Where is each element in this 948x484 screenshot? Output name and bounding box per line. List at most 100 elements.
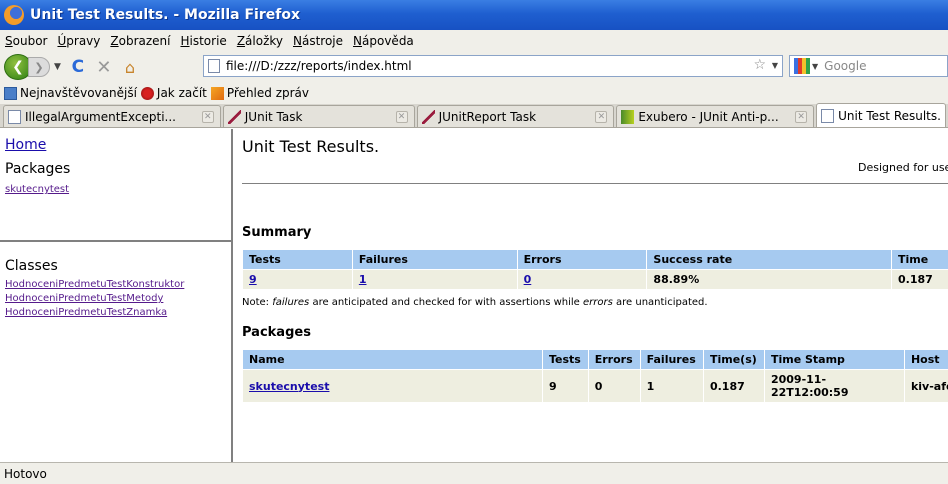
col-header: Failures [639,349,704,370]
class-link[interactable]: HodnoceniPredmetuTestKonstruktor [5,278,226,292]
close-tab-icon[interactable]: ✕ [595,110,608,123]
table-cell: 1 [639,369,704,403]
package-name-link[interactable]: skutecnytest [249,380,329,393]
reload-button[interactable]: C [67,56,89,78]
tests-link[interactable]: 9 [249,273,257,286]
menu-historie[interactable]: Historie [180,34,226,48]
table-cell: 0 [516,269,648,290]
page-content: Home Packages skutecnytest Classes Hodno… [0,129,948,462]
search-input[interactable]: G ▼ Google [789,55,948,77]
status-text: Hotovo [4,466,47,481]
title-bar: Unit Test Results. - Mozilla Firefox [0,0,948,30]
tab-label: JUnit Task [244,109,303,124]
close-tab-icon[interactable]: ✕ [795,110,808,123]
tab-bar: IllegalArgumentExcepti... ✕ JUnit Task ✕… [0,103,948,128]
navigation-toolbar: ❮ ❯ ▼ C ✕ ⌂ file:///D:/zzz/reports/index… [0,52,948,82]
tab-unit-test-results[interactable]: Unit Test Results. [816,103,946,127]
close-tab-icon[interactable]: ✕ [201,110,214,123]
package-link[interactable]: skutecnytest [5,183,226,197]
note-mid: are anticipated and checked for with ass… [309,297,583,308]
classes-heading: Classes [5,258,58,274]
table-cell: 0 [587,369,641,403]
bookmark-most-visited[interactable]: Nejnavštěvovanější [4,86,137,100]
summary-heading: Summary [242,225,312,240]
page-icon [208,59,220,73]
col-header: Tests [242,249,353,270]
failures-link[interactable]: 1 [359,273,367,286]
menu-nastroje[interactable]: Nástroje [293,34,343,48]
col-header: Tests [542,349,589,370]
table-header-row: Tests Failures Errors Success rate Time [242,249,948,270]
tab-illegal-argument[interactable]: IllegalArgumentExcepti... ✕ [3,105,221,127]
left-frame: Home Packages skutecnytest Classes Hodno… [0,129,233,462]
junit-icon [227,109,241,124]
packages-heading: Packages [242,325,311,340]
menu-bar: Soubor Úpravy Zobrazení Historie Záložky… [0,30,948,52]
bookmark-label: Přehled zpráv [226,86,309,100]
bookmark-label: Jak začít [156,86,207,100]
table-cell: 1 [351,269,518,290]
bookmark-getting-started[interactable]: Jak začít [140,86,207,100]
col-header: Host [903,349,948,370]
note-failures: failures [272,297,310,308]
menu-upravy[interactable]: Úpravy [57,34,100,48]
google-icon[interactable]: G [794,58,810,74]
main-frame: Unit Test Results. Designed for use with… [242,129,948,462]
note-errors: errors [583,297,613,308]
home-button[interactable]: ⌂ [119,56,141,78]
url-bar[interactable]: file:///D:/zzz/reports/index.html ☆ ▼ [203,55,783,77]
bookmark-label: Nejnavštěvovanější [20,86,137,100]
packages-heading: Packages [5,161,71,177]
classes-frame: Classes HodnoceniPredmetuTestKonstruktor… [0,244,231,462]
url-dropdown-icon[interactable]: ▼ [772,61,778,70]
table-cell: kiv-afd [903,369,948,403]
history-dropdown-icon[interactable]: ▼ [54,62,61,72]
close-tab-icon[interactable]: ✕ [395,110,408,123]
note-prefix: Note: [242,297,273,308]
search-engine-dropdown-icon[interactable]: ▼ [812,62,818,71]
exubero-icon [621,109,635,124]
note-text: Note: failures are anticipated and check… [242,297,708,308]
menu-zalozky[interactable]: Záložky [237,34,283,48]
page-icon [8,109,21,124]
table-row: skutecnytest 9 0 1 0.187 2009-11-22T12:0… [242,369,948,403]
tab-junitreport-task[interactable]: JUnitReport Task ✕ [416,105,615,127]
errors-link[interactable]: 0 [524,273,532,286]
bookmark-star-icon[interactable]: ☆ [753,57,766,73]
firefox-bookmark-icon [140,86,154,100]
col-header: Name [242,349,543,370]
home-link[interactable]: Home [5,137,46,153]
menu-zobrazeni[interactable]: Zobrazení [110,34,170,48]
col-header: Time [891,249,948,270]
table-cell: 9 [542,369,589,403]
tab-label: Unit Test Results. [838,108,941,123]
class-link[interactable]: HodnoceniPredmetuTestZnamka [5,306,226,320]
packages-table: Name Tests Errors Failures Time(s) Time … [242,349,948,403]
window-title: Unit Test Results. - Mozilla Firefox [30,7,300,23]
bookmark-news-feed[interactable]: Přehled zpráv [210,86,309,100]
table-cell: 0.187 [702,369,765,403]
stop-button[interactable]: ✕ [93,56,115,78]
menu-soubor[interactable]: Soubor [5,34,47,48]
table-cell: 9 [242,269,353,290]
status-bar: Hotovo [0,462,948,484]
class-link[interactable]: HodnoceniPredmetuTestMetody [5,292,226,306]
tab-label: Exubero - JUnit Anti-p... [638,109,779,124]
divider [242,183,948,184]
table-row: 9 1 0 88.89% 0.187 [242,269,948,290]
bookmarks-toolbar: Nejnavštěvovanější Jak začít Přehled zpr… [0,82,948,104]
forward-button[interactable]: ❯ [28,57,50,77]
menu-napoveda[interactable]: Nápověda [353,34,414,48]
folder-icon [4,86,17,100]
designed-for-text: Designed for use with [858,161,948,174]
col-header: Time Stamp [763,349,905,370]
col-header: Errors [587,349,641,370]
table-cell: 88.89% [646,269,893,290]
table-cell: skutecnytest [242,369,543,403]
table-cell: 2009-11-22T12:00:59 [763,369,905,403]
url-text: file:///D:/zzz/reports/index.html [226,59,412,73]
col-header: Errors [516,249,648,270]
tab-exubero[interactable]: Exubero - JUnit Anti-p... ✕ [616,105,815,127]
tab-junit-task[interactable]: JUnit Task ✕ [222,105,415,127]
summary-table: Tests Failures Errors Success rate Time … [242,249,948,290]
